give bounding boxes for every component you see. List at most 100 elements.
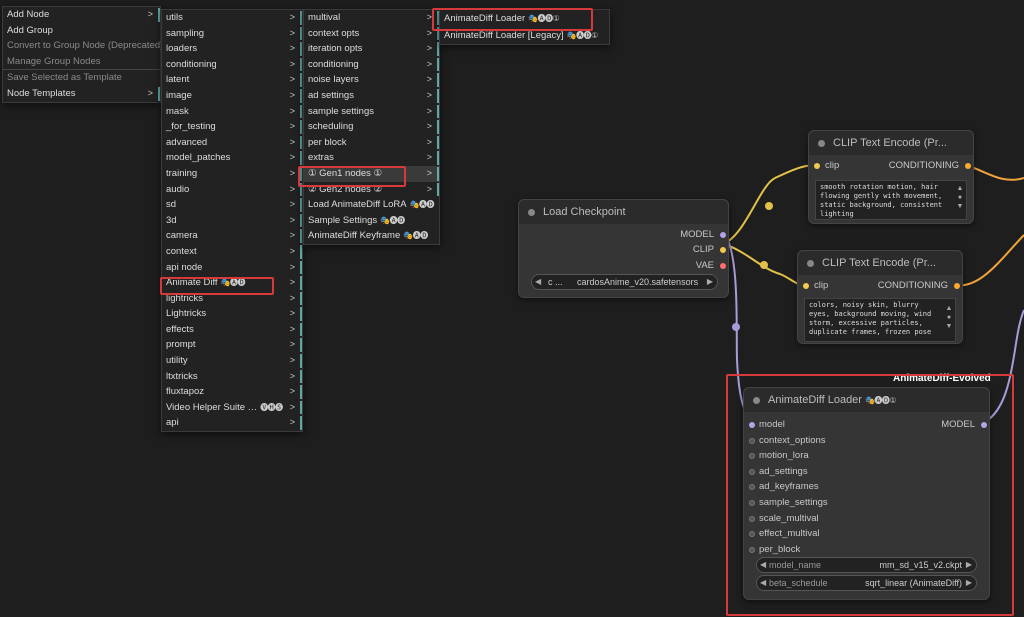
menu-item-animatediff-keyframe[interactable]: AnimateDiff Keyframe 🎭🅐🅓 xyxy=(304,228,439,244)
prompt-textarea[interactable]: smooth rotation motion, hair flowing gen… xyxy=(815,180,967,220)
clip-text-encode-node-positive[interactable]: CLIP Text Encode (Pr... clip CONDITIONIN… xyxy=(808,130,974,224)
decrement-arrow-icon[interactable]: ◀ xyxy=(535,275,541,289)
output-slot-clip[interactable] xyxy=(720,247,726,253)
clip-text-encode-node-negative[interactable]: CLIP Text Encode (Pr... clip CONDITIONIN… xyxy=(797,250,963,344)
prompt-textarea[interactable]: colors, noisy skin, blurry eyes, backgro… xyxy=(804,298,956,342)
scroll-thumb[interactable]: ● xyxy=(956,194,964,201)
menu-item-camera[interactable]: camera > xyxy=(162,228,302,244)
menu-item-3d[interactable]: 3d > xyxy=(162,213,302,229)
increment-arrow-icon[interactable]: ▶ xyxy=(707,275,713,289)
input-slot-per-block[interactable] xyxy=(749,546,755,553)
menu-item-model-patches[interactable]: model_patches > xyxy=(162,150,302,166)
scroll-up-icon[interactable]: ▲ xyxy=(956,185,964,192)
node-title-bar[interactable]: AnimateDiff Loader 🎭🅐🅓① xyxy=(744,388,989,412)
menu-item-latent[interactable]: latent > xyxy=(162,72,302,88)
menu-item-sample-settings[interactable]: Sample Settings 🎭🅐🅓 xyxy=(304,213,439,229)
scroll-down-icon[interactable]: ▼ xyxy=(956,203,964,210)
input-slot-context-options[interactable] xyxy=(749,437,755,444)
load-checkpoint-node[interactable]: Load Checkpoint MODEL CLIP VAE ◀ c ... c… xyxy=(518,199,729,298)
output-slot-conditioning[interactable] xyxy=(965,163,971,169)
scroll-down-icon[interactable]: ▼ xyxy=(945,323,953,330)
output-slot-model[interactable] xyxy=(981,422,987,428)
menu-item-label: utility xyxy=(166,355,188,367)
input-slot-ad-settings[interactable] xyxy=(749,468,755,475)
collapse-dot-icon[interactable] xyxy=(807,260,814,267)
menu-item-lightricks[interactable]: Lightricks > xyxy=(162,306,302,322)
ckpt-name-combo[interactable]: ◀ c ... cardosAnime_v20.safetensors ▶ xyxy=(531,274,718,290)
menu-item-node-templates[interactable]: Node Templates > xyxy=(3,86,160,102)
menu-item-per-block[interactable]: per block > xyxy=(304,135,439,151)
menu-item-conditioning[interactable]: conditioning > xyxy=(162,57,302,73)
node-title-bar[interactable]: CLIP Text Encode (Pr... xyxy=(798,251,962,275)
collapse-dot-icon[interactable] xyxy=(753,397,760,404)
submenu-arrow-icon: > xyxy=(289,214,295,225)
menu-item-video-helper-suite[interactable]: Video Helper Suite … 🅥🅗🅢 > xyxy=(162,400,302,416)
scroll-thumb[interactable]: ● xyxy=(945,314,953,321)
output-slot-model[interactable] xyxy=(720,232,726,238)
menu-item-ad-settings[interactable]: ad settings > xyxy=(304,88,439,104)
menu-item-gen1-nodes[interactable]: ① Gen1 nodes ① > xyxy=(304,165,439,182)
menu-item-for-testing[interactable]: _for_testing > xyxy=(162,119,302,135)
menu-item-context-opts[interactable]: context opts > xyxy=(304,26,439,42)
menu-item-image[interactable]: image > xyxy=(162,88,302,104)
menu-item-multival[interactable]: multival > xyxy=(304,10,439,26)
input-slot-model[interactable] xyxy=(749,422,755,428)
menu-item-utility[interactable]: utility > xyxy=(162,353,302,369)
menu-item-training[interactable]: training > xyxy=(162,166,302,182)
increment-arrow-icon[interactable]: ▶ xyxy=(966,576,972,590)
input-slot-clip[interactable] xyxy=(814,163,820,169)
collapse-dot-icon[interactable] xyxy=(818,140,825,147)
collapse-dot-icon[interactable] xyxy=(528,209,535,216)
scroll-up-icon[interactable]: ▲ xyxy=(945,305,953,312)
menu-item-fluxtapoz[interactable]: fluxtapoz > xyxy=(162,384,302,400)
input-slot-ad-keyframes[interactable] xyxy=(749,484,755,491)
node-title-bar[interactable]: CLIP Text Encode (Pr... xyxy=(809,131,973,155)
menu-item-effects[interactable]: effects > xyxy=(162,322,302,338)
output-slot-vae[interactable] xyxy=(720,263,726,269)
menu-item-load-animatediff-lora[interactable]: Load AnimateDiff LoRA 🎭🅐🅓 xyxy=(304,197,439,213)
decrement-arrow-icon[interactable]: ◀ xyxy=(760,558,766,572)
menu-item-animatediff-loader-legacy[interactable]: AnimateDiff Loader [Legacy] 🎭🅐🅓① xyxy=(440,27,609,44)
menu-item-label: scheduling xyxy=(308,121,354,133)
input-slot-scale-multival[interactable] xyxy=(749,515,755,522)
menu-item-add-group[interactable]: Add Group xyxy=(3,23,160,39)
menu-item-sampling[interactable]: sampling > xyxy=(162,26,302,42)
beta-schedule-combo[interactable]: ◀ beta_schedule sqrt_linear (AnimateDiff… xyxy=(756,575,977,591)
menu-item-loaders[interactable]: loaders > xyxy=(162,41,302,57)
input-slot-effect-multival[interactable] xyxy=(749,531,755,538)
menu-item-noise-layers[interactable]: noise layers > xyxy=(304,72,439,88)
menu-item-label: camera xyxy=(166,230,198,242)
menu-item-animate-diff[interactable]: Animate Diff 🎭🅐🅓 > xyxy=(162,275,302,291)
animatediff-loader-node[interactable]: AnimateDiff Loader 🎭🅐🅓① model context_opti… xyxy=(743,387,990,600)
input-slot-motion-lora[interactable] xyxy=(749,453,755,460)
menu-item-conditioning[interactable]: conditioning > xyxy=(304,57,439,73)
menu-item-utils[interactable]: utils > xyxy=(162,10,302,26)
node-badge: 🎭🅐🅓① xyxy=(864,396,897,405)
node-title-bar[interactable]: Load Checkpoint xyxy=(519,200,728,224)
output-label-conditioning: CONDITIONING xyxy=(888,160,959,171)
menu-item-sd[interactable]: sd > xyxy=(162,197,302,213)
menu-item-audio[interactable]: audio > xyxy=(162,182,302,198)
decrement-arrow-icon[interactable]: ◀ xyxy=(760,576,766,590)
menu-item-gen2-nodes[interactable]: ② Gen2 nodes ② > xyxy=(304,182,439,198)
menu-item-advanced[interactable]: advanced > xyxy=(162,135,302,151)
output-slot-conditioning[interactable] xyxy=(954,283,960,289)
menu-item-api[interactable]: api > xyxy=(162,415,302,431)
menu-item-extras[interactable]: extras > xyxy=(304,150,439,166)
menu-item-add-node[interactable]: Add Node > xyxy=(3,7,160,23)
menu-item-label: image xyxy=(166,89,192,101)
menu-item-context[interactable]: context > xyxy=(162,244,302,260)
menu-item-sample-settings[interactable]: sample settings > xyxy=(304,104,439,120)
menu-item-api-node[interactable]: api node > xyxy=(162,260,302,276)
model-name-combo[interactable]: ◀ model_name mm_sd_v15_v2.ckpt ▶ xyxy=(756,557,977,573)
menu-item-lightricks[interactable]: lightricks > xyxy=(162,291,302,307)
increment-arrow-icon[interactable]: ▶ xyxy=(966,558,972,572)
menu-item-prompt[interactable]: prompt > xyxy=(162,337,302,353)
menu-item-iteration-opts[interactable]: iteration opts > xyxy=(304,41,439,57)
input-slot-sample-settings[interactable] xyxy=(749,500,755,506)
input-slot-clip[interactable] xyxy=(803,283,809,289)
menu-item-mask[interactable]: mask > xyxy=(162,104,302,120)
menu-item-animatediff-loader[interactable]: AnimateDiff Loader 🎭🅐🅓① xyxy=(440,10,609,27)
menu-item-scheduling[interactable]: scheduling > xyxy=(304,119,439,135)
menu-item-ltxtricks[interactable]: ltxtricks > xyxy=(162,369,302,385)
